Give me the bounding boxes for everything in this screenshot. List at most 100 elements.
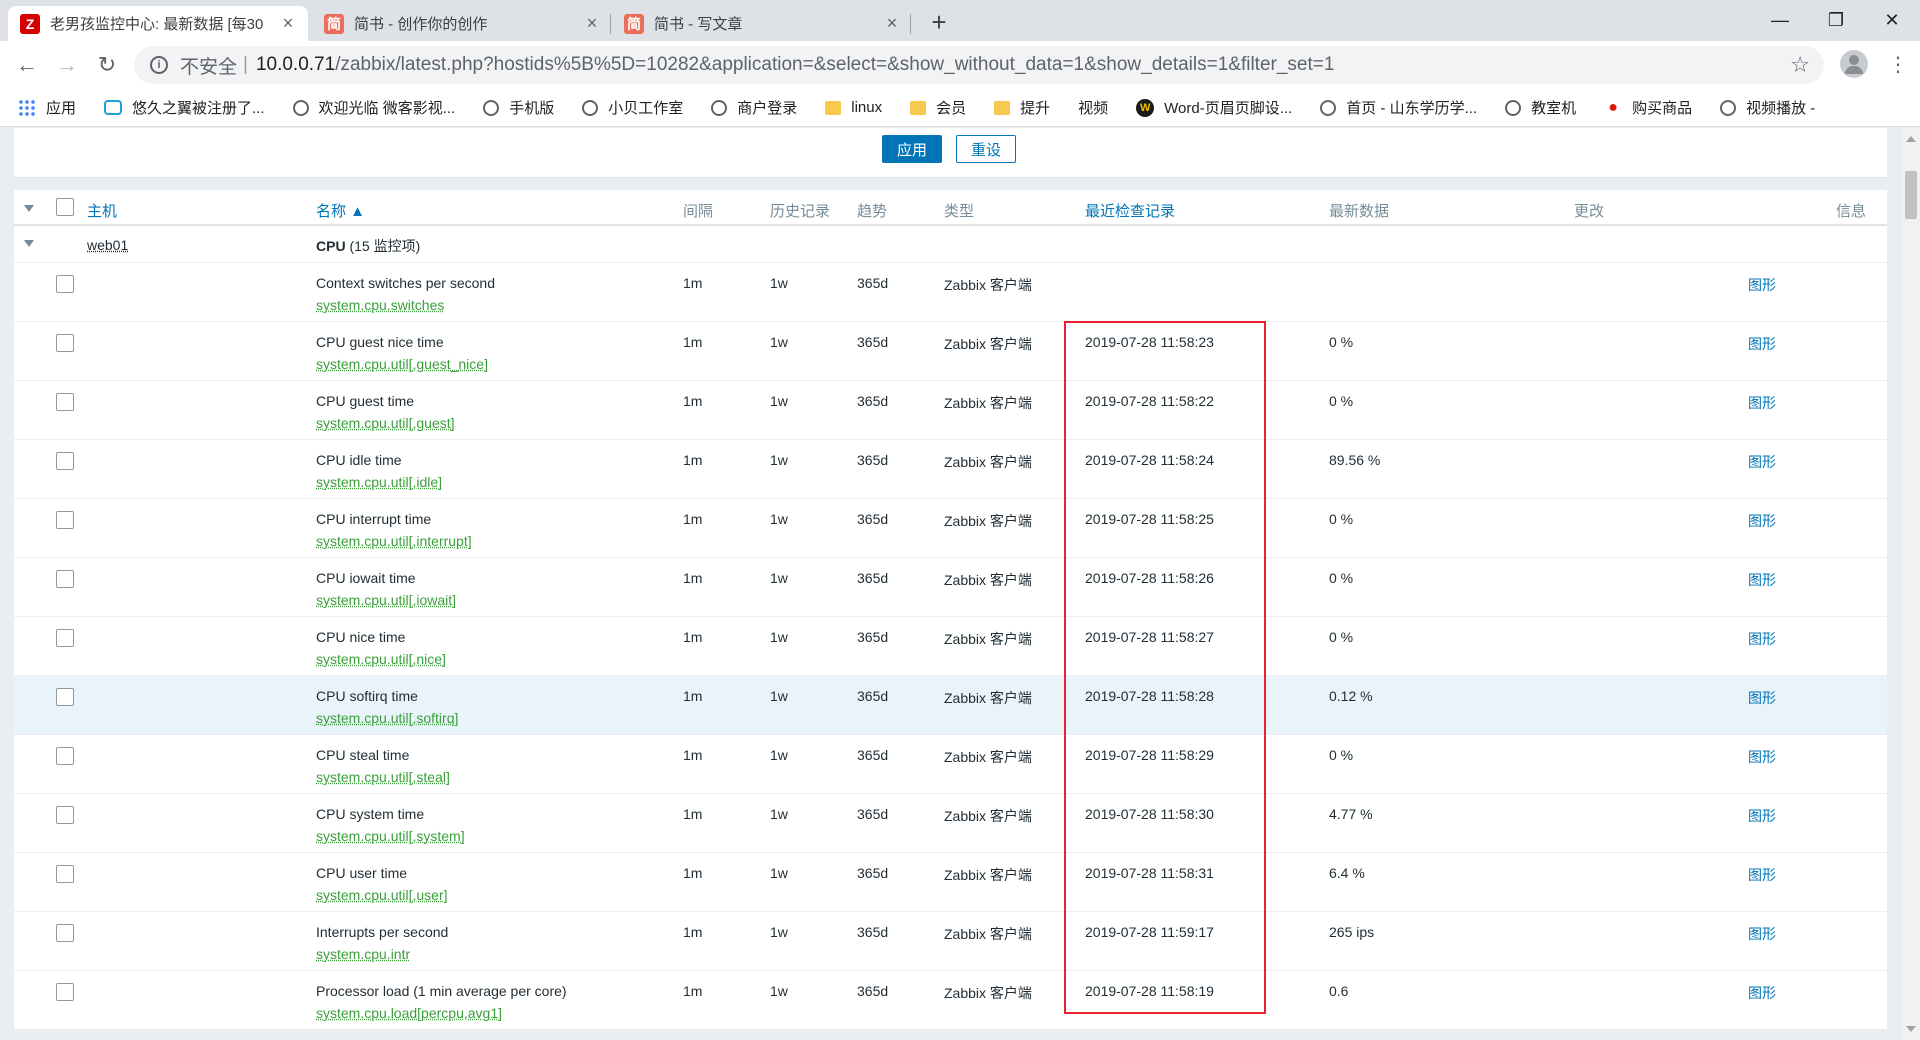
graph-link[interactable]: 图形 <box>1748 747 1776 767</box>
bookmark-item[interactable]: 手机版 <box>483 97 554 118</box>
bookmark-folder-linux[interactable]: linux <box>825 99 882 116</box>
column-name[interactable]: 名称 ▲ <box>316 200 365 221</box>
collapse-all-icon[interactable] <box>24 205 34 212</box>
graph-link[interactable]: 图形 <box>1748 393 1776 413</box>
bookmark-item[interactable]: W Word-页眉页脚设... <box>1136 97 1292 118</box>
bookmark-item[interactable]: 小贝工作室 <box>582 97 683 118</box>
row-checkbox[interactable] <box>56 924 74 942</box>
graph-link[interactable]: 图形 <box>1748 629 1776 649</box>
graph-link[interactable]: 图形 <box>1748 511 1776 531</box>
collapse-group-icon[interactable] <box>24 240 34 247</box>
item-history: 1w <box>770 275 788 291</box>
column-host[interactable]: 主机 <box>87 200 117 221</box>
forward-arrow-icon[interactable]: → <box>52 50 82 80</box>
item-key[interactable]: system.cpu.util[,nice] <box>316 651 446 667</box>
row-checkbox[interactable] <box>56 865 74 883</box>
bookmark-label: Word-页眉页脚设... <box>1164 100 1293 117</box>
bookmark-item[interactable]: 欢迎光临 微客影视... <box>292 97 455 118</box>
apply-filter-button[interactable]: 应用 <box>882 135 942 163</box>
graph-link[interactable]: 图形 <box>1748 924 1776 944</box>
row-checkbox[interactable] <box>56 511 74 529</box>
row-checkbox[interactable] <box>56 334 74 352</box>
row-checkbox[interactable] <box>56 570 74 588</box>
item-key[interactable]: system.cpu.util[,guest] <box>316 415 455 431</box>
bookmark-item[interactable]: 商户登录 <box>711 97 797 118</box>
item-trends: 365d <box>857 393 889 409</box>
item-key[interactable]: system.cpu.util[,steal] <box>316 769 450 785</box>
item-key[interactable]: system.cpu.util[,idle] <box>316 474 442 490</box>
bookmark-item[interactable]: 悠久之翼被注册了... <box>104 97 265 118</box>
back-arrow-icon[interactable]: ← <box>12 50 42 80</box>
close-window-button[interactable]: ✕ <box>1864 0 1920 41</box>
bookmark-folder-upgrade[interactable]: 提升 <box>994 97 1050 118</box>
minimize-window-button[interactable]: — <box>1752 0 1808 41</box>
close-tab-icon[interactable]: × <box>882 13 902 34</box>
tab-jianshu-create[interactable]: 简 简书 - 创作你的创作 × <box>312 6 612 41</box>
item-name: CPU iowait time <box>316 570 416 586</box>
bookmark-star-icon[interactable]: ☆ <box>1790 52 1810 78</box>
scroll-thumb[interactable] <box>1905 171 1917 219</box>
row-checkbox[interactable] <box>56 983 74 1001</box>
bookmark-item[interactable]: 教室机 <box>1505 97 1576 118</box>
graph-link[interactable]: 图形 <box>1748 806 1776 826</box>
scroll-down-icon[interactable] <box>1906 1026 1916 1032</box>
graph-link[interactable]: 图形 <box>1748 275 1776 295</box>
application-name: CPU <box>316 238 346 254</box>
row-checkbox[interactable] <box>56 806 74 824</box>
tab-jianshu-write[interactable]: 简 简书 - 写文章 × <box>612 6 912 41</box>
graph-link[interactable]: 图形 <box>1748 570 1776 590</box>
profile-avatar[interactable] <box>1840 50 1868 78</box>
bookmark-item[interactable]: 视频播放 - <box>1720 97 1815 118</box>
tab-zabbix-latest-data[interactable]: Z 老男孩监控中心: 最新数据 [每30 × <box>8 6 308 41</box>
item-key[interactable]: system.cpu.util[,softirq] <box>316 710 458 726</box>
graph-link[interactable]: 图形 <box>1748 983 1776 1003</box>
browser-menu-icon[interactable]: ⋮ <box>1888 50 1908 80</box>
site-info-icon[interactable]: i <box>150 56 168 74</box>
bookmark-folder-member[interactable]: 会员 <box>910 97 966 118</box>
item-key[interactable]: system.cpu.util[,system] <box>316 828 465 844</box>
item-key[interactable]: system.cpu.util[,iowait] <box>316 592 456 608</box>
item-history: 1w <box>770 924 788 940</box>
item-key[interactable]: system.cpu.util[,guest_nice] <box>316 356 488 372</box>
graph-link[interactable]: 图形 <box>1748 334 1776 354</box>
item-interval: 1m <box>683 924 703 940</box>
close-tab-icon[interactable]: × <box>278 13 298 34</box>
close-tab-icon[interactable]: × <box>582 13 602 34</box>
restore-window-button[interactable]: ❐ <box>1808 0 1864 41</box>
item-name: CPU interrupt time <box>316 511 432 527</box>
reload-icon[interactable]: ↻ <box>92 50 122 80</box>
graph-link[interactable]: 图形 <box>1748 865 1776 885</box>
bookmark-apps[interactable]: 应用 <box>18 97 76 118</box>
item-interval: 1m <box>683 570 703 586</box>
bookmark-item[interactable]: ● 购买商品 <box>1604 97 1692 118</box>
item-last-check: 2019-07-28 11:58:22 <box>1085 393 1214 409</box>
address-bar[interactable]: i 不安全 | 10.0.0.71 /zabbix/latest.php?hos… <box>134 46 1824 84</box>
row-checkbox[interactable] <box>56 688 74 706</box>
item-key[interactable]: system.cpu.util[,interrupt] <box>316 533 472 549</box>
bookmark-item[interactable]: 视频 <box>1078 97 1108 118</box>
row-checkbox[interactable] <box>56 393 74 411</box>
item-key[interactable]: system.cpu.intr <box>316 946 410 962</box>
host-name[interactable]: web01 <box>87 237 128 253</box>
graph-link[interactable]: 图形 <box>1748 452 1776 472</box>
row-checkbox[interactable] <box>56 452 74 470</box>
select-all-checkbox[interactable] <box>56 198 74 216</box>
item-name: CPU user time <box>316 865 408 881</box>
new-tab-button[interactable]: + <box>924 8 954 36</box>
bookmark-item[interactable]: 首页 - 山东学历学... <box>1320 97 1477 118</box>
jianshu-favicon-icon: 简 <box>324 13 344 34</box>
item-key[interactable]: system.cpu.load[percpu,avg1] <box>316 1005 502 1021</box>
column-last-value: 最新数据 <box>1329 203 1390 220</box>
page-scrollbar[interactable] <box>1902 128 1920 1040</box>
column-last-check[interactable]: 最近检查记录 <box>1085 200 1175 221</box>
row-checkbox[interactable] <box>56 629 74 647</box>
filter-actions: 应用 重设 <box>14 128 1887 178</box>
globe-icon <box>292 99 309 116</box>
item-key[interactable]: system.cpu.switches <box>316 297 444 313</box>
graph-link[interactable]: 图形 <box>1748 688 1776 708</box>
reset-filter-button[interactable]: 重设 <box>956 135 1016 163</box>
scroll-up-icon[interactable] <box>1906 136 1916 142</box>
item-key[interactable]: system.cpu.util[,user] <box>316 887 448 903</box>
row-checkbox[interactable] <box>56 747 74 765</box>
row-checkbox[interactable] <box>56 275 74 293</box>
